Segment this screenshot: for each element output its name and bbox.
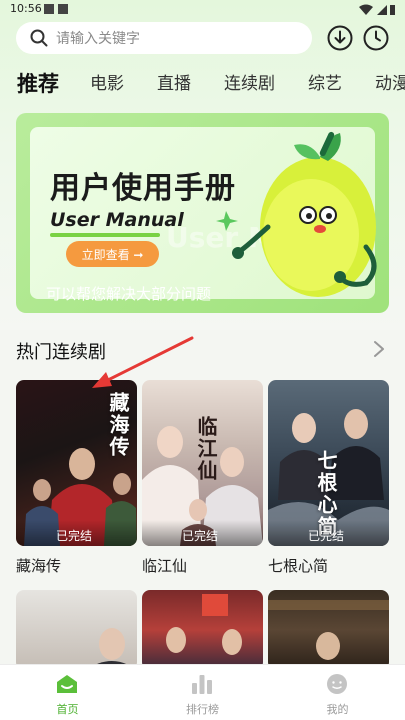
notification-icon bbox=[44, 4, 54, 14]
profile-icon bbox=[327, 674, 347, 694]
nav-label-home: 首页 bbox=[56, 703, 79, 716]
nav-label-ranking: 排行榜 bbox=[186, 703, 219, 716]
poster-image: 藏海传 已完结 bbox=[16, 380, 137, 546]
banner-subtitle: User Manual bbox=[50, 209, 184, 231]
chevron-right-icon[interactable] bbox=[372, 340, 386, 358]
card-title: 七根心简 bbox=[268, 557, 329, 575]
tab-recommended[interactable]: 推荐 bbox=[17, 66, 59, 102]
poster-image: 临江仙 已完结 bbox=[142, 380, 263, 546]
series-card[interactable]: 临江仙 已完结 临江仙 bbox=[142, 380, 263, 576]
download-icon[interactable] bbox=[326, 24, 354, 52]
category-tabs: 推荐 电影 直播 连续剧 综艺 动漫 bbox=[0, 66, 405, 102]
user-manual-banner[interactable]: 用户使用手册 User Manual User Manual 立即查看 ➞ 可以… bbox=[16, 113, 389, 313]
view-now-button[interactable]: 立即查看 ➞ bbox=[66, 241, 159, 267]
status-bar: 10:56 bbox=[0, 0, 405, 18]
search-icon bbox=[30, 29, 48, 47]
series-card[interactable] bbox=[142, 590, 263, 670]
nav-ranking[interactable]: 排行榜 bbox=[135, 665, 270, 720]
status-time: 10:56 bbox=[10, 2, 42, 15]
nav-home[interactable]: 首页 bbox=[0, 665, 135, 720]
tab-anime[interactable]: 动漫 bbox=[375, 66, 405, 102]
lemon-mascot-icon bbox=[216, 131, 377, 297]
series-card[interactable] bbox=[16, 590, 137, 670]
poster-title-art: 临江仙 bbox=[194, 416, 218, 482]
history-icon[interactable] bbox=[362, 24, 390, 52]
completed-badge: 已完结 bbox=[268, 520, 389, 546]
completed-badge: 已完结 bbox=[142, 520, 263, 546]
wifi-battery-icon bbox=[359, 4, 395, 15]
home-icon bbox=[57, 675, 77, 693]
search-input[interactable]: 请输入关键字 bbox=[16, 22, 312, 54]
card-title: 藏海传 bbox=[16, 557, 62, 575]
poster-image bbox=[268, 600, 389, 660]
banner-title: 用户使用手册 bbox=[50, 171, 236, 206]
ranking-icon bbox=[192, 675, 212, 694]
banner-underline bbox=[50, 233, 160, 237]
search-placeholder: 请输入关键字 bbox=[56, 31, 140, 47]
completed-badge: 已完结 bbox=[16, 520, 137, 546]
poster-image bbox=[166, 594, 242, 655]
tab-live[interactable]: 直播 bbox=[157, 66, 191, 102]
nav-label-profile: 我的 bbox=[326, 703, 349, 716]
tab-variety[interactable]: 综艺 bbox=[308, 66, 342, 102]
poster-image bbox=[86, 628, 137, 670]
tab-movies[interactable]: 电影 bbox=[90, 66, 124, 102]
tab-series[interactable]: 连续剧 bbox=[224, 66, 275, 102]
series-card[interactable] bbox=[268, 590, 389, 670]
series-card[interactable]: 七根心简 已完结 七根心简 bbox=[268, 380, 389, 576]
notification-icon bbox=[58, 4, 68, 14]
banner-caption: 可以帮您解决大部分问题 bbox=[46, 285, 212, 303]
poster-image: 七根心简 已完结 bbox=[268, 380, 389, 546]
nav-profile[interactable]: 我的 bbox=[270, 665, 405, 720]
card-title: 临江仙 bbox=[142, 557, 188, 575]
section-title: 热门连续剧 bbox=[16, 342, 106, 363]
poster-title-art: 藏海传 bbox=[106, 392, 130, 458]
bottom-nav: 首页 排行榜 我的 bbox=[0, 664, 405, 720]
series-card[interactable]: 藏海传 已完结 藏海传 bbox=[16, 380, 137, 576]
